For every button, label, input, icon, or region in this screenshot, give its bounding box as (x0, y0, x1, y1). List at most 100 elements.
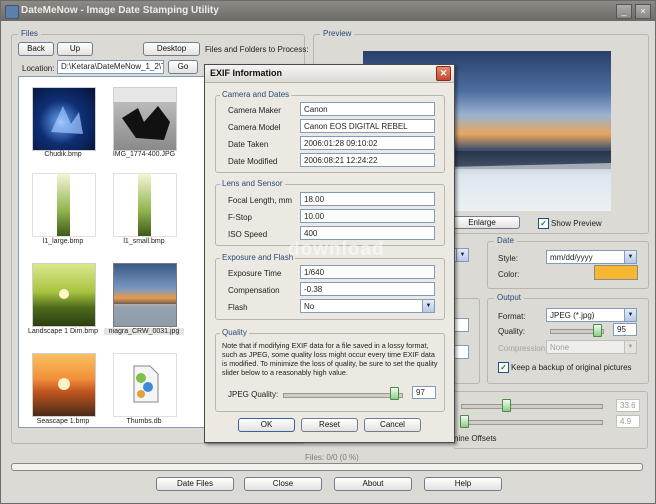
camera-group-label: Camera and Dates (220, 90, 292, 99)
thumbnail-thumbs-db[interactable] (113, 353, 177, 417)
camera-maker-label: Camera Maker (228, 106, 281, 115)
close-button[interactable]: Close (244, 477, 322, 491)
exif-dialog-title-bar: EXIF Information ✕ (205, 65, 454, 83)
offset-value-2[interactable]: 4.9 (616, 415, 640, 428)
flash-select[interactable]: No ▼ (300, 299, 435, 313)
show-preview-checkbox[interactable]: ✓ (538, 218, 549, 229)
file-name[interactable]: Chudik.bmp (23, 151, 103, 158)
chevron-down-icon: ▼ (456, 249, 468, 261)
style-label: Style: (498, 254, 519, 263)
date-files-button[interactable]: Date Files (156, 477, 234, 491)
camera-maker-input[interactable]: Canon (300, 102, 435, 116)
offset-slider-1-track[interactable] (461, 404, 603, 409)
quality-note: Note that if modifying EXIF data for a f… (222, 341, 438, 377)
minimize-button[interactable]: _ (616, 4, 632, 19)
format-value: JPEG (*.jpg) (550, 311, 595, 320)
iso-speed-input[interactable]: 400 (300, 226, 435, 240)
flash-value: No (304, 302, 315, 311)
window-title: DateMeNow - Image Date Stamping Utility (21, 5, 219, 16)
thumbnail-l1-small[interactable] (113, 173, 177, 237)
compensation-label: Compensation (228, 286, 280, 295)
back-button[interactable]: Back (18, 42, 54, 56)
date-modified-input[interactable]: 2006:08:21 12:24:22 (300, 153, 435, 167)
exposure-time-input[interactable]: 1/640 (300, 265, 435, 279)
thumbnail-seascape[interactable] (32, 353, 96, 417)
hidden-input-1[interactable] (453, 318, 469, 332)
location-input[interactable]: D:\Ketara\DateMeNow_1_2\T (57, 60, 164, 74)
quality-group-label: Quality (220, 328, 249, 337)
file-name-selected[interactable]: niagra_CRW_0031.jpg (104, 328, 184, 335)
file-name[interactable]: l1_large.bmp (23, 238, 103, 245)
offset-slider-2-track[interactable] (461, 420, 603, 425)
offset-slider-2-handle[interactable] (460, 415, 469, 428)
thumbnail-chudik[interactable] (32, 87, 96, 151)
date-modified-label: Date Modified (228, 157, 278, 166)
about-button[interactable]: About (334, 477, 412, 491)
compression-label: Compression: (498, 344, 548, 353)
format-select[interactable]: JPEG (*.jpg) ▼ (546, 308, 637, 322)
main-window: DateMeNow - Image Date Stamping Utility … (0, 0, 656, 504)
hidden-input-2[interactable] (453, 345, 469, 359)
reset-button[interactable]: Reset (301, 418, 358, 432)
thumbnail-niagra[interactable] (113, 263, 177, 327)
enlarge-button[interactable]: Enlarge (444, 216, 520, 229)
output-group-label: Output (494, 293, 525, 302)
date-taken-input[interactable]: 2006:01:28 09:10:02 (300, 136, 435, 150)
close-icon[interactable]: ✕ (436, 66, 451, 81)
ok-button[interactable]: OK (238, 418, 295, 432)
offset-slider-1-handle[interactable] (502, 399, 511, 412)
backup-label: Keep a backup of original pictures (511, 363, 632, 372)
jpeg-quality-slider-handle[interactable] (390, 387, 399, 400)
cancel-button[interactable]: Cancel (364, 418, 421, 432)
jpeg-quality-slider-track[interactable] (283, 393, 403, 398)
jpeg-quality-input[interactable]: 97 (412, 386, 436, 399)
thumbnail-landscape[interactable] (32, 263, 96, 327)
preview-group-label: Preview (320, 29, 355, 38)
offset-value-1[interactable]: 33.6 (616, 399, 640, 412)
compression-value: None (550, 343, 570, 352)
quality-input[interactable]: 95 (613, 323, 637, 336)
file-name[interactable]: Thumbs.db (104, 418, 184, 425)
compensation-input[interactable]: -0.38 (300, 282, 435, 296)
camera-model-label: Camera Model (228, 123, 281, 132)
camera-model-input[interactable]: Canon EOS DIGITAL REBEL (300, 119, 435, 133)
file-list[interactable]: Chudik.bmp IMG_1774-400.JPG l1_large.bmp… (18, 76, 208, 428)
date-style-select[interactable]: mm/dd/yyyy ▼ (546, 250, 637, 264)
close-window-button[interactable]: × (635, 4, 651, 19)
go-button[interactable]: Go (168, 60, 198, 74)
backup-checkbox[interactable]: ✓ (498, 362, 509, 373)
file-name[interactable]: Landscape 1 Dim.bmp (23, 328, 103, 335)
up-button[interactable]: Up (57, 42, 93, 56)
file-name[interactable]: IMG_1774-400.JPG (104, 151, 184, 158)
chevron-down-icon: ▼ (624, 251, 636, 263)
image-icon (57, 174, 70, 236)
image-icon (114, 88, 176, 140)
quality-label: Quality: (498, 327, 526, 336)
file-name[interactable]: Seascape 1.bmp (23, 418, 103, 425)
f-stop-input[interactable]: 10.00 (300, 209, 435, 223)
focal-length-input[interactable]: 18.00 (300, 192, 435, 206)
iso-speed-label: ISO Speed (228, 230, 268, 239)
desktop-button[interactable]: Desktop (143, 42, 200, 56)
chevron-down-icon: ▼ (624, 309, 636, 321)
file-name[interactable]: l1_small.bmp (104, 238, 184, 245)
thumbnail-l1-large[interactable] (32, 173, 96, 237)
compression-select[interactable]: None ▼ (546, 340, 637, 354)
app-icon (5, 5, 19, 19)
chevron-down-icon: ▼ (624, 341, 636, 353)
exposure-time-label: Exposure Time (228, 269, 282, 278)
image-icon (138, 174, 151, 236)
image-icon (59, 289, 69, 299)
quality-slider-handle[interactable] (593, 324, 602, 337)
flash-label: Flash (228, 303, 248, 312)
show-preview-label: Show Preview (551, 219, 602, 228)
date-taken-label: Date Taken (228, 140, 269, 149)
files-hint: Files and Folders to Process: (205, 45, 309, 54)
date-color-swatch[interactable] (594, 265, 638, 280)
image-icon (114, 304, 176, 326)
hidden-dropdown[interactable]: ▼ (453, 248, 469, 262)
focal-length-label: Focal Length, mm (228, 196, 293, 205)
thumbnail-img1774[interactable] (113, 87, 177, 151)
f-stop-label: F-Stop (228, 213, 253, 222)
help-button[interactable]: Help (424, 477, 502, 491)
